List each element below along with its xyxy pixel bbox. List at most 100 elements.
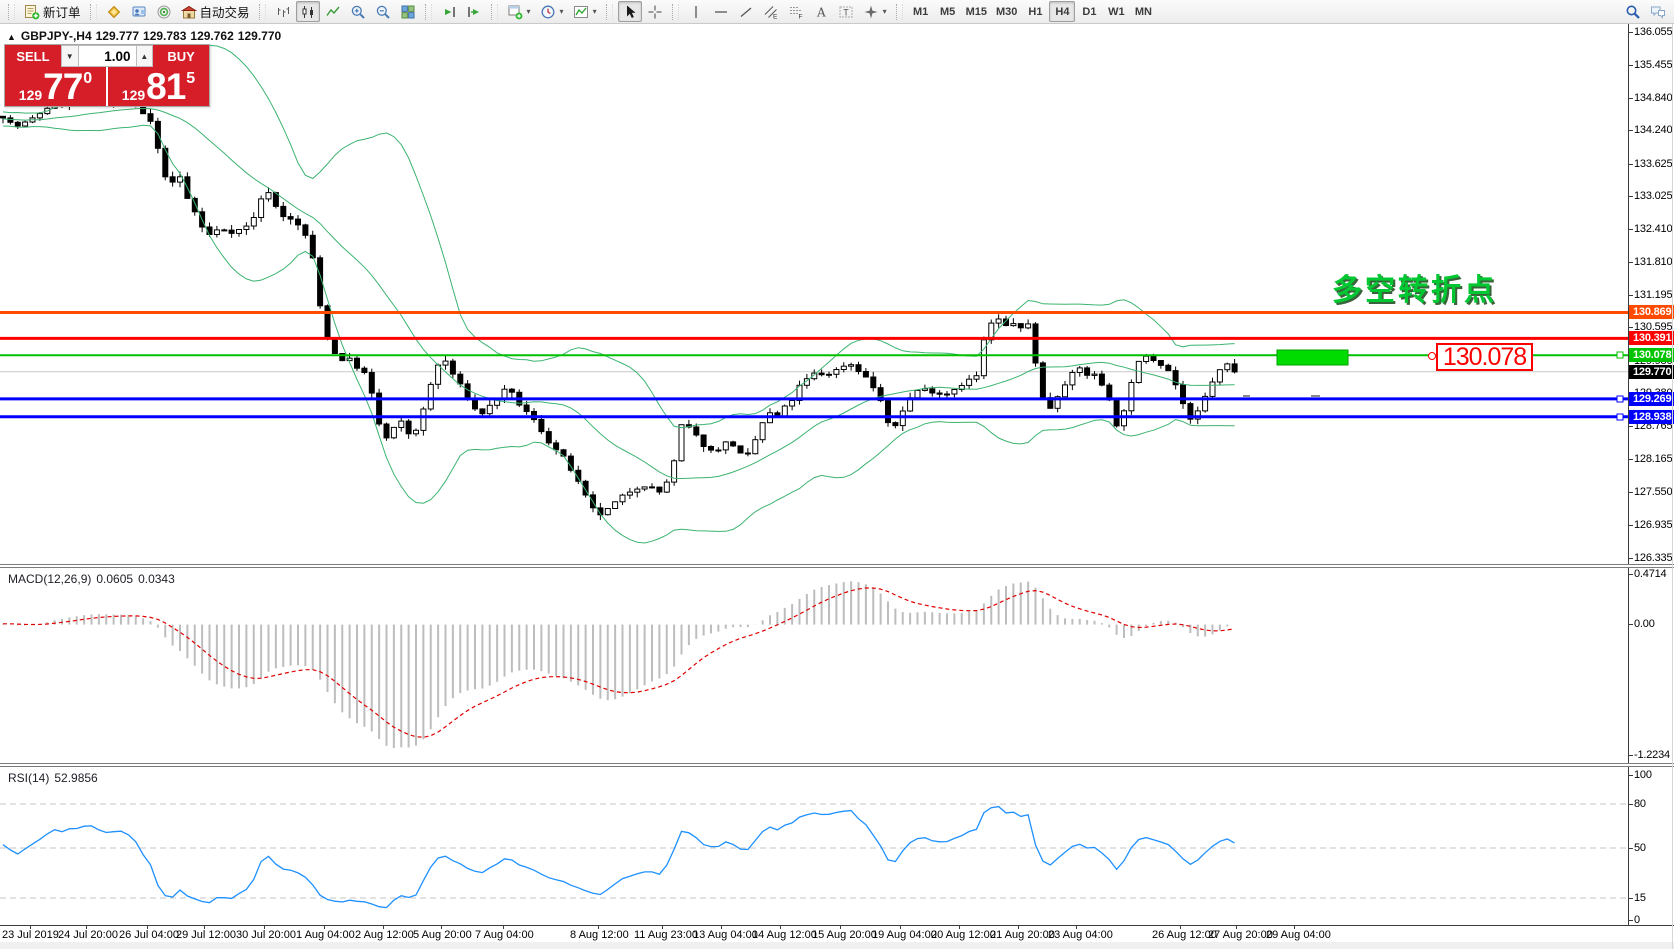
sell-price-main: 77 <box>43 70 82 104</box>
time-label: 8 Aug 12:00 <box>570 929 629 941</box>
bar-chart-button[interactable] <box>271 1 295 22</box>
text-button[interactable]: A <box>809 1 833 22</box>
rsi-tick: 15 <box>1634 891 1646 905</box>
indicators-button[interactable]: ▾ <box>569 1 601 22</box>
rsi-label: RSI(14)52.9856 <box>8 771 103 785</box>
timeframe-mn-button[interactable]: MN <box>1130 1 1156 22</box>
price-label-box[interactable]: 130.078 <box>1436 343 1533 371</box>
macd-plot[interactable] <box>0 568 1628 763</box>
macd-pane: 0.47140.00-1.2234 MACD(12,26,9)0.06050.0… <box>0 568 1674 763</box>
crosshair-button[interactable] <box>643 1 667 22</box>
time-tick <box>662 926 663 929</box>
macd-signal-value: 0.0343 <box>138 572 175 586</box>
ohlc-high: 129.783 <box>143 29 186 43</box>
rsi-pane: 1008050150 RSI(14)52.9856 <box>0 767 1674 925</box>
price-pane: 136.055135.455134.840134.240133.625133.0… <box>0 24 1674 564</box>
timeframe-d1-button[interactable]: D1 <box>1076 1 1102 22</box>
chevron-down-icon: ▾ <box>883 7 887 16</box>
timeframe-m30-button[interactable]: M30 <box>992 1 1021 22</box>
collapse-icon[interactable]: ▲ <box>7 32 16 42</box>
macd-tick: 0.4714 <box>1634 568 1666 581</box>
toolbar-grip <box>425 4 432 20</box>
sell-button[interactable]: SELL <box>5 45 61 67</box>
new-chart-icon <box>507 4 523 20</box>
new-chart-button[interactable]: ▾ <box>503 1 535 22</box>
buy-price-prefix: 129 <box>122 87 145 103</box>
rsi-axis[interactable]: 1008050150 <box>1628 767 1674 925</box>
search-button[interactable] <box>1621 1 1645 22</box>
time-tick <box>598 926 599 929</box>
svg-text:E: E <box>773 13 778 20</box>
webphone-button[interactable] <box>152 1 176 22</box>
buy-button[interactable]: BUY <box>153 45 209 67</box>
buy-price-main: 81 <box>146 70 185 104</box>
zoom-out-button[interactable] <box>371 1 395 22</box>
navigator-button[interactable] <box>127 1 151 22</box>
time-label: 1 Aug 04:00 <box>296 929 355 941</box>
autotrading-button[interactable]: 自动交易 <box>177 1 254 22</box>
auto-scroll-button[interactable] <box>437 1 461 22</box>
price-tick: 127.550 <box>1634 485 1672 499</box>
line-chart-button[interactable] <box>321 1 345 22</box>
market-watch-button[interactable] <box>102 1 126 22</box>
sell-price-button[interactable]: 129770 <box>5 67 106 106</box>
timeframe-h1-button[interactable]: H1 <box>1022 1 1048 22</box>
label-button[interactable]: T <box>834 1 858 22</box>
price-badge: 130.869 <box>1629 305 1674 319</box>
chart-header: ▲GBPJPY-,H4129.777129.783129.762129.770 <box>7 29 285 43</box>
market-watch-icon <box>106 4 122 20</box>
shapes-icon <box>863 4 879 20</box>
profiles-button[interactable]: ▾ <box>536 1 568 22</box>
channel-button[interactable]: E <box>759 1 783 22</box>
rsi-tick: 80 <box>1634 797 1646 811</box>
indicators-icon <box>573 4 589 20</box>
time-tick <box>1180 926 1181 929</box>
rsi-plot[interactable] <box>0 767 1628 925</box>
svg-text:A: A <box>816 5 826 19</box>
time-axis[interactable]: 23 Jul 201924 Jul 20:0026 Jul 04:0029 Ju… <box>0 925 1674 942</box>
ohlc-low: 129.762 <box>190 29 233 43</box>
volume-input[interactable] <box>79 45 136 67</box>
vertical-line-button[interactable] <box>684 1 708 22</box>
pane-separator[interactable] <box>0 763 1674 767</box>
cursor-button[interactable] <box>618 1 642 22</box>
buy-price-button[interactable]: 129815 <box>108 67 209 106</box>
timeframe-m1-button[interactable]: M1 <box>908 1 934 22</box>
time-tick <box>30 926 31 929</box>
timeframe-m15-button[interactable]: M15 <box>962 1 991 22</box>
shapes-button[interactable]: ▾ <box>859 1 891 22</box>
chart-shift-button[interactable] <box>462 1 486 22</box>
volume-increase-button[interactable]: ▲ <box>136 45 154 67</box>
horizontal-line-button[interactable] <box>709 1 733 22</box>
time-tick <box>1076 926 1077 929</box>
timeframe-w1-button[interactable]: W1 <box>1103 1 1129 22</box>
new-order-button[interactable]: 新订单 <box>20 1 85 22</box>
time-label: 20 Aug 12:00 <box>931 929 996 941</box>
time-tick <box>1294 926 1295 929</box>
time-label: 7 Aug 04:00 <box>475 929 534 941</box>
timeframe-h4-button[interactable]: H4 <box>1049 1 1075 22</box>
price-tick: 136.055 <box>1634 25 1672 39</box>
price-axis[interactable]: 136.055135.455134.840134.240133.625133.0… <box>1628 24 1674 564</box>
bar-chart-icon <box>275 4 291 20</box>
zoom-out-icon <box>375 4 391 20</box>
chat-button[interactable] <box>1646 1 1670 22</box>
zoom-in-button[interactable] <box>346 1 370 22</box>
toolbar-grip <box>90 4 97 20</box>
timeframe-m5-button[interactable]: M5 <box>935 1 961 22</box>
time-tick <box>503 926 504 929</box>
toolbar-grip <box>896 4 903 20</box>
rsi-name: RSI(14) <box>8 771 49 785</box>
price-badge: 128.938 <box>1629 410 1674 424</box>
tile-windows-button[interactable] <box>396 1 420 22</box>
macd-axis[interactable]: 0.47140.00-1.2234 <box>1628 568 1674 763</box>
label-icon: T <box>838 4 854 20</box>
trendline-button[interactable] <box>734 1 758 22</box>
candlestick-chart-button[interactable] <box>296 1 320 22</box>
turning-point-annotation[interactable]: 多空转折点 <box>1332 265 1497 309</box>
volume-decrease-button[interactable]: ▼ <box>61 45 79 67</box>
toolbar-grip <box>606 4 613 20</box>
time-label: 15 Aug 20:00 <box>812 929 877 941</box>
fibonacci-button[interactable]: F <box>784 1 808 22</box>
pane-separator[interactable] <box>0 564 1674 568</box>
